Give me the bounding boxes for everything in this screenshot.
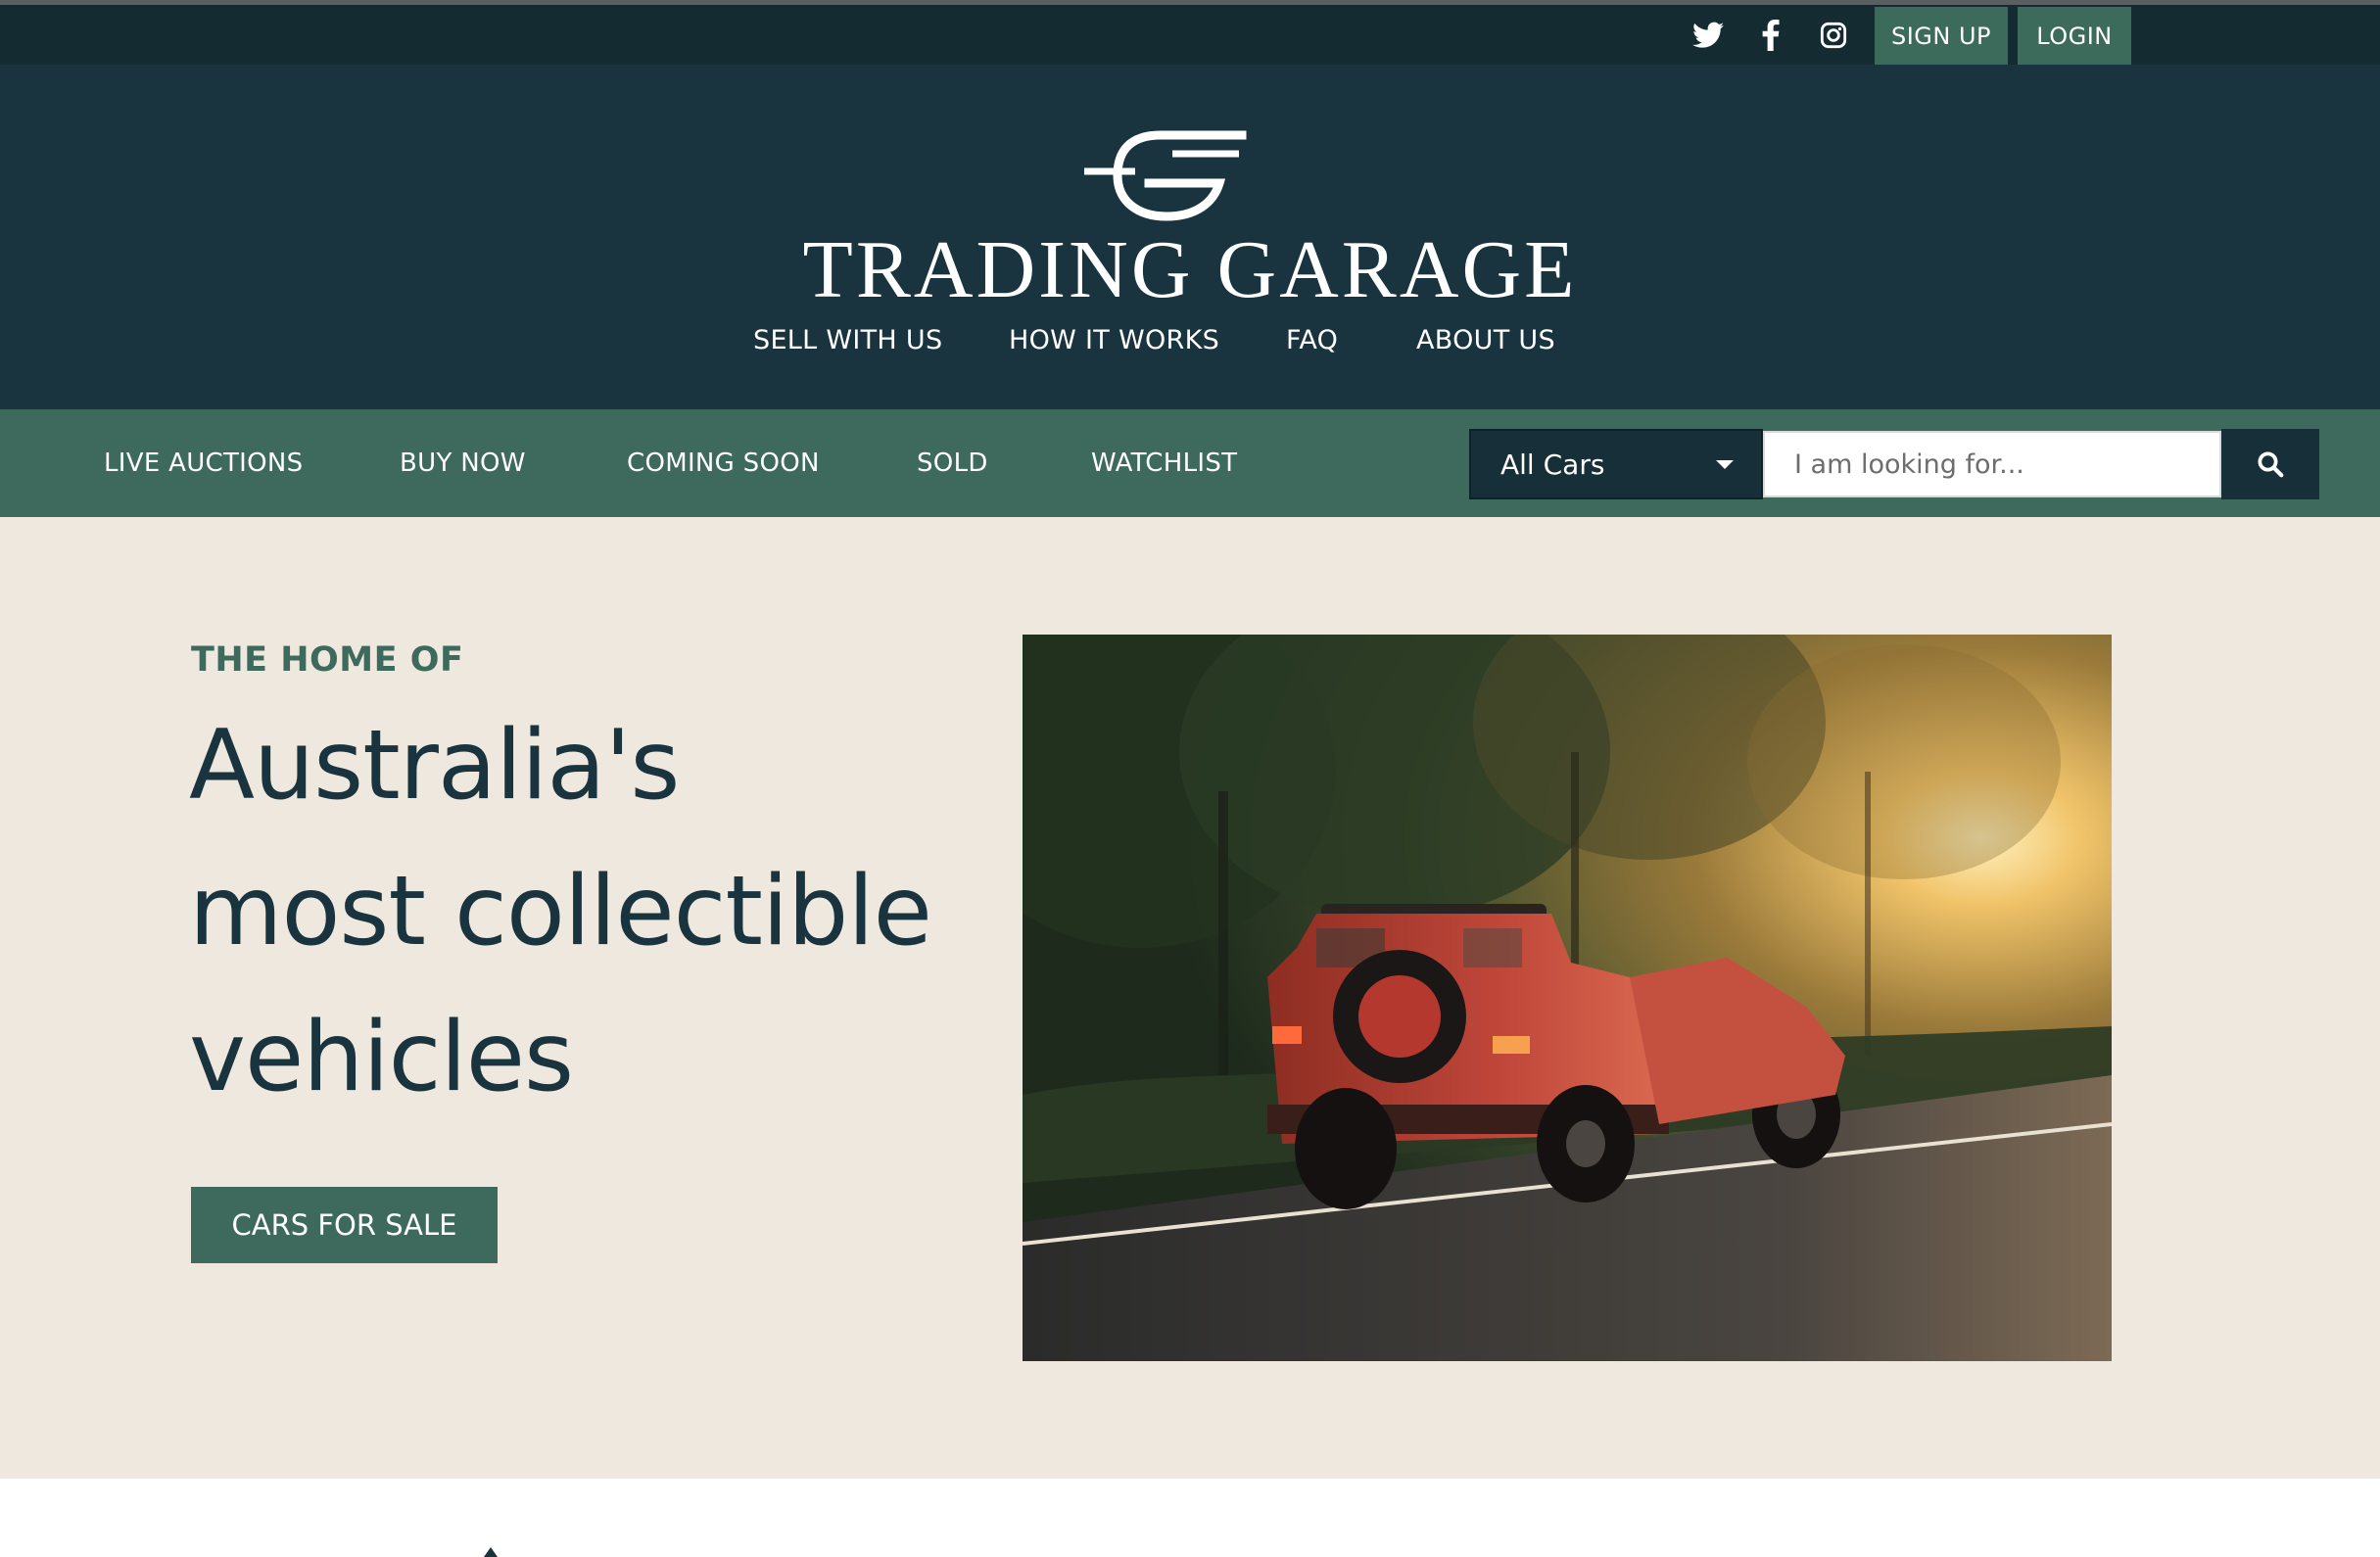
- hero-section: THE HOME OF Australia's most collectible…: [0, 517, 2380, 1479]
- cars-for-sale-button[interactable]: CARS FOR SALE: [191, 1187, 498, 1263]
- twitter-icon[interactable]: [1687, 5, 1730, 65]
- section-marker-icon: [484, 1547, 498, 1557]
- category-select[interactable]: All Cars: [1469, 429, 1763, 499]
- nav-how-it-works[interactable]: HOW IT WORKS: [1009, 325, 1219, 355]
- nav-about-us[interactable]: ABOUT US: [1416, 325, 1555, 355]
- nav-faq[interactable]: FAQ: [1286, 325, 1338, 355]
- search-input[interactable]: I am looking for...: [1763, 431, 2221, 497]
- subnav-coming-soon[interactable]: COMING SOON: [627, 448, 820, 478]
- chevron-down-icon: [1716, 460, 1734, 469]
- instagram-icon[interactable]: [1812, 5, 1855, 65]
- hero-photo: [1023, 635, 2112, 1361]
- subnav-sold[interactable]: SOLD: [917, 448, 988, 478]
- brand-name: TRADING GARAGE: [802, 224, 1578, 315]
- top-bar: SIGN UP LOGIN: [0, 0, 2380, 65]
- search-placeholder: I am looking for...: [1794, 448, 2024, 480]
- headline-line: most collectible: [189, 856, 932, 967]
- search-icon: [2258, 451, 2284, 478]
- sign-up-button[interactable]: SIGN UP: [1875, 7, 2008, 65]
- login-button[interactable]: LOGIN: [2018, 7, 2131, 65]
- hero-headline: Australia's most collectible vehicles: [189, 693, 973, 1131]
- site-header: TRADING GARAGE SELL WITH US HOW IT WORKS…: [0, 65, 2380, 409]
- hero-eyebrow: THE HOME OF: [191, 640, 464, 680]
- subnav-buy-now[interactable]: BUY NOW: [400, 448, 526, 478]
- headline-line: vehicles: [189, 1002, 574, 1113]
- category-select-value: All Cars: [1500, 448, 1605, 481]
- subnav-live-auctions[interactable]: LIVE AUCTIONS: [104, 448, 303, 478]
- nav-sell-with-us[interactable]: SELL WITH US: [753, 325, 942, 355]
- search-button[interactable]: [2221, 429, 2319, 499]
- category-nav: LIVE AUCTIONS BUY NOW COMING SOON SOLD W…: [0, 409, 2380, 517]
- brand-logo-icon[interactable]: [1082, 128, 1249, 227]
- headline-line: Australia's: [189, 710, 681, 822]
- next-section: [0, 1479, 2380, 1557]
- subnav-watchlist[interactable]: WATCHLIST: [1091, 448, 1237, 478]
- facebook-icon[interactable]: [1749, 5, 1792, 65]
